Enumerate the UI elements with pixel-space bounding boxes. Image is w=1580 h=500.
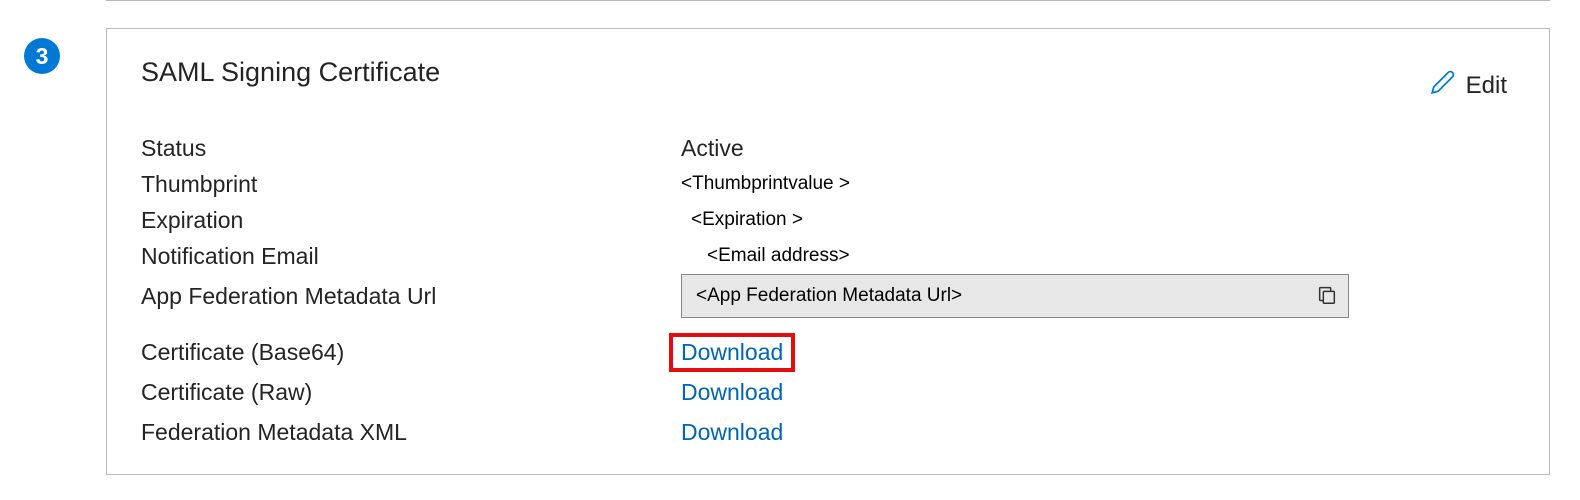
cert-raw-label: Certificate (Raw): [141, 379, 681, 406]
status-label: Status: [141, 135, 681, 162]
status-value: Active: [681, 135, 744, 162]
federation-url-row: App Federation Metadata Url <App Federat…: [141, 274, 1515, 318]
metadata-xml-label: Federation Metadata XML: [141, 419, 681, 446]
copy-button[interactable]: [1314, 282, 1340, 311]
cert-base64-row: Certificate (Base64) Download: [141, 332, 1515, 372]
expiration-row: Expiration <Expiration >: [141, 202, 1515, 238]
thumbprint-value: <Thumbprintvalue >: [681, 173, 850, 195]
expiration-value: <Expiration >: [681, 209, 803, 231]
federation-url-field: <App Federation Metadata Url>: [681, 274, 1349, 318]
notification-email-value: <Email address>: [681, 245, 850, 267]
saml-certificate-card: SAML Signing Certificate Edit Status Act…: [106, 28, 1550, 475]
expiration-label: Expiration: [141, 207, 681, 234]
card-title: SAML Signing Certificate: [141, 57, 440, 88]
federation-url-value: <App Federation Metadata Url>: [696, 285, 1314, 307]
previous-card-border: [106, 0, 1550, 1]
thumbprint-label: Thumbprint: [141, 171, 681, 198]
step-number: 3: [36, 43, 49, 70]
edit-label: Edit: [1466, 72, 1507, 100]
step-number-badge: 3: [24, 38, 60, 74]
download-cert-base64-link[interactable]: Download: [669, 333, 795, 372]
download-cert-raw-link[interactable]: Download: [681, 379, 783, 406]
notification-email-row: Notification Email <Email address>: [141, 238, 1515, 274]
federation-url-label: App Federation Metadata Url: [141, 283, 681, 310]
download-metadata-xml-link[interactable]: Download: [681, 419, 783, 446]
pencil-icon: [1430, 69, 1456, 102]
notification-email-label: Notification Email: [141, 243, 681, 270]
cert-base64-label: Certificate (Base64): [141, 339, 681, 366]
edit-button[interactable]: Edit: [1430, 69, 1507, 102]
field-rows: Status Active Thumbprint <Thumbprintvalu…: [141, 130, 1515, 452]
status-row: Status Active: [141, 130, 1515, 166]
thumbprint-row: Thumbprint <Thumbprintvalue >: [141, 166, 1515, 202]
card-header: SAML Signing Certificate Edit: [141, 57, 1515, 102]
metadata-xml-row: Federation Metadata XML Download: [141, 412, 1515, 452]
copy-icon: [1316, 284, 1338, 309]
cert-raw-row: Certificate (Raw) Download: [141, 372, 1515, 412]
